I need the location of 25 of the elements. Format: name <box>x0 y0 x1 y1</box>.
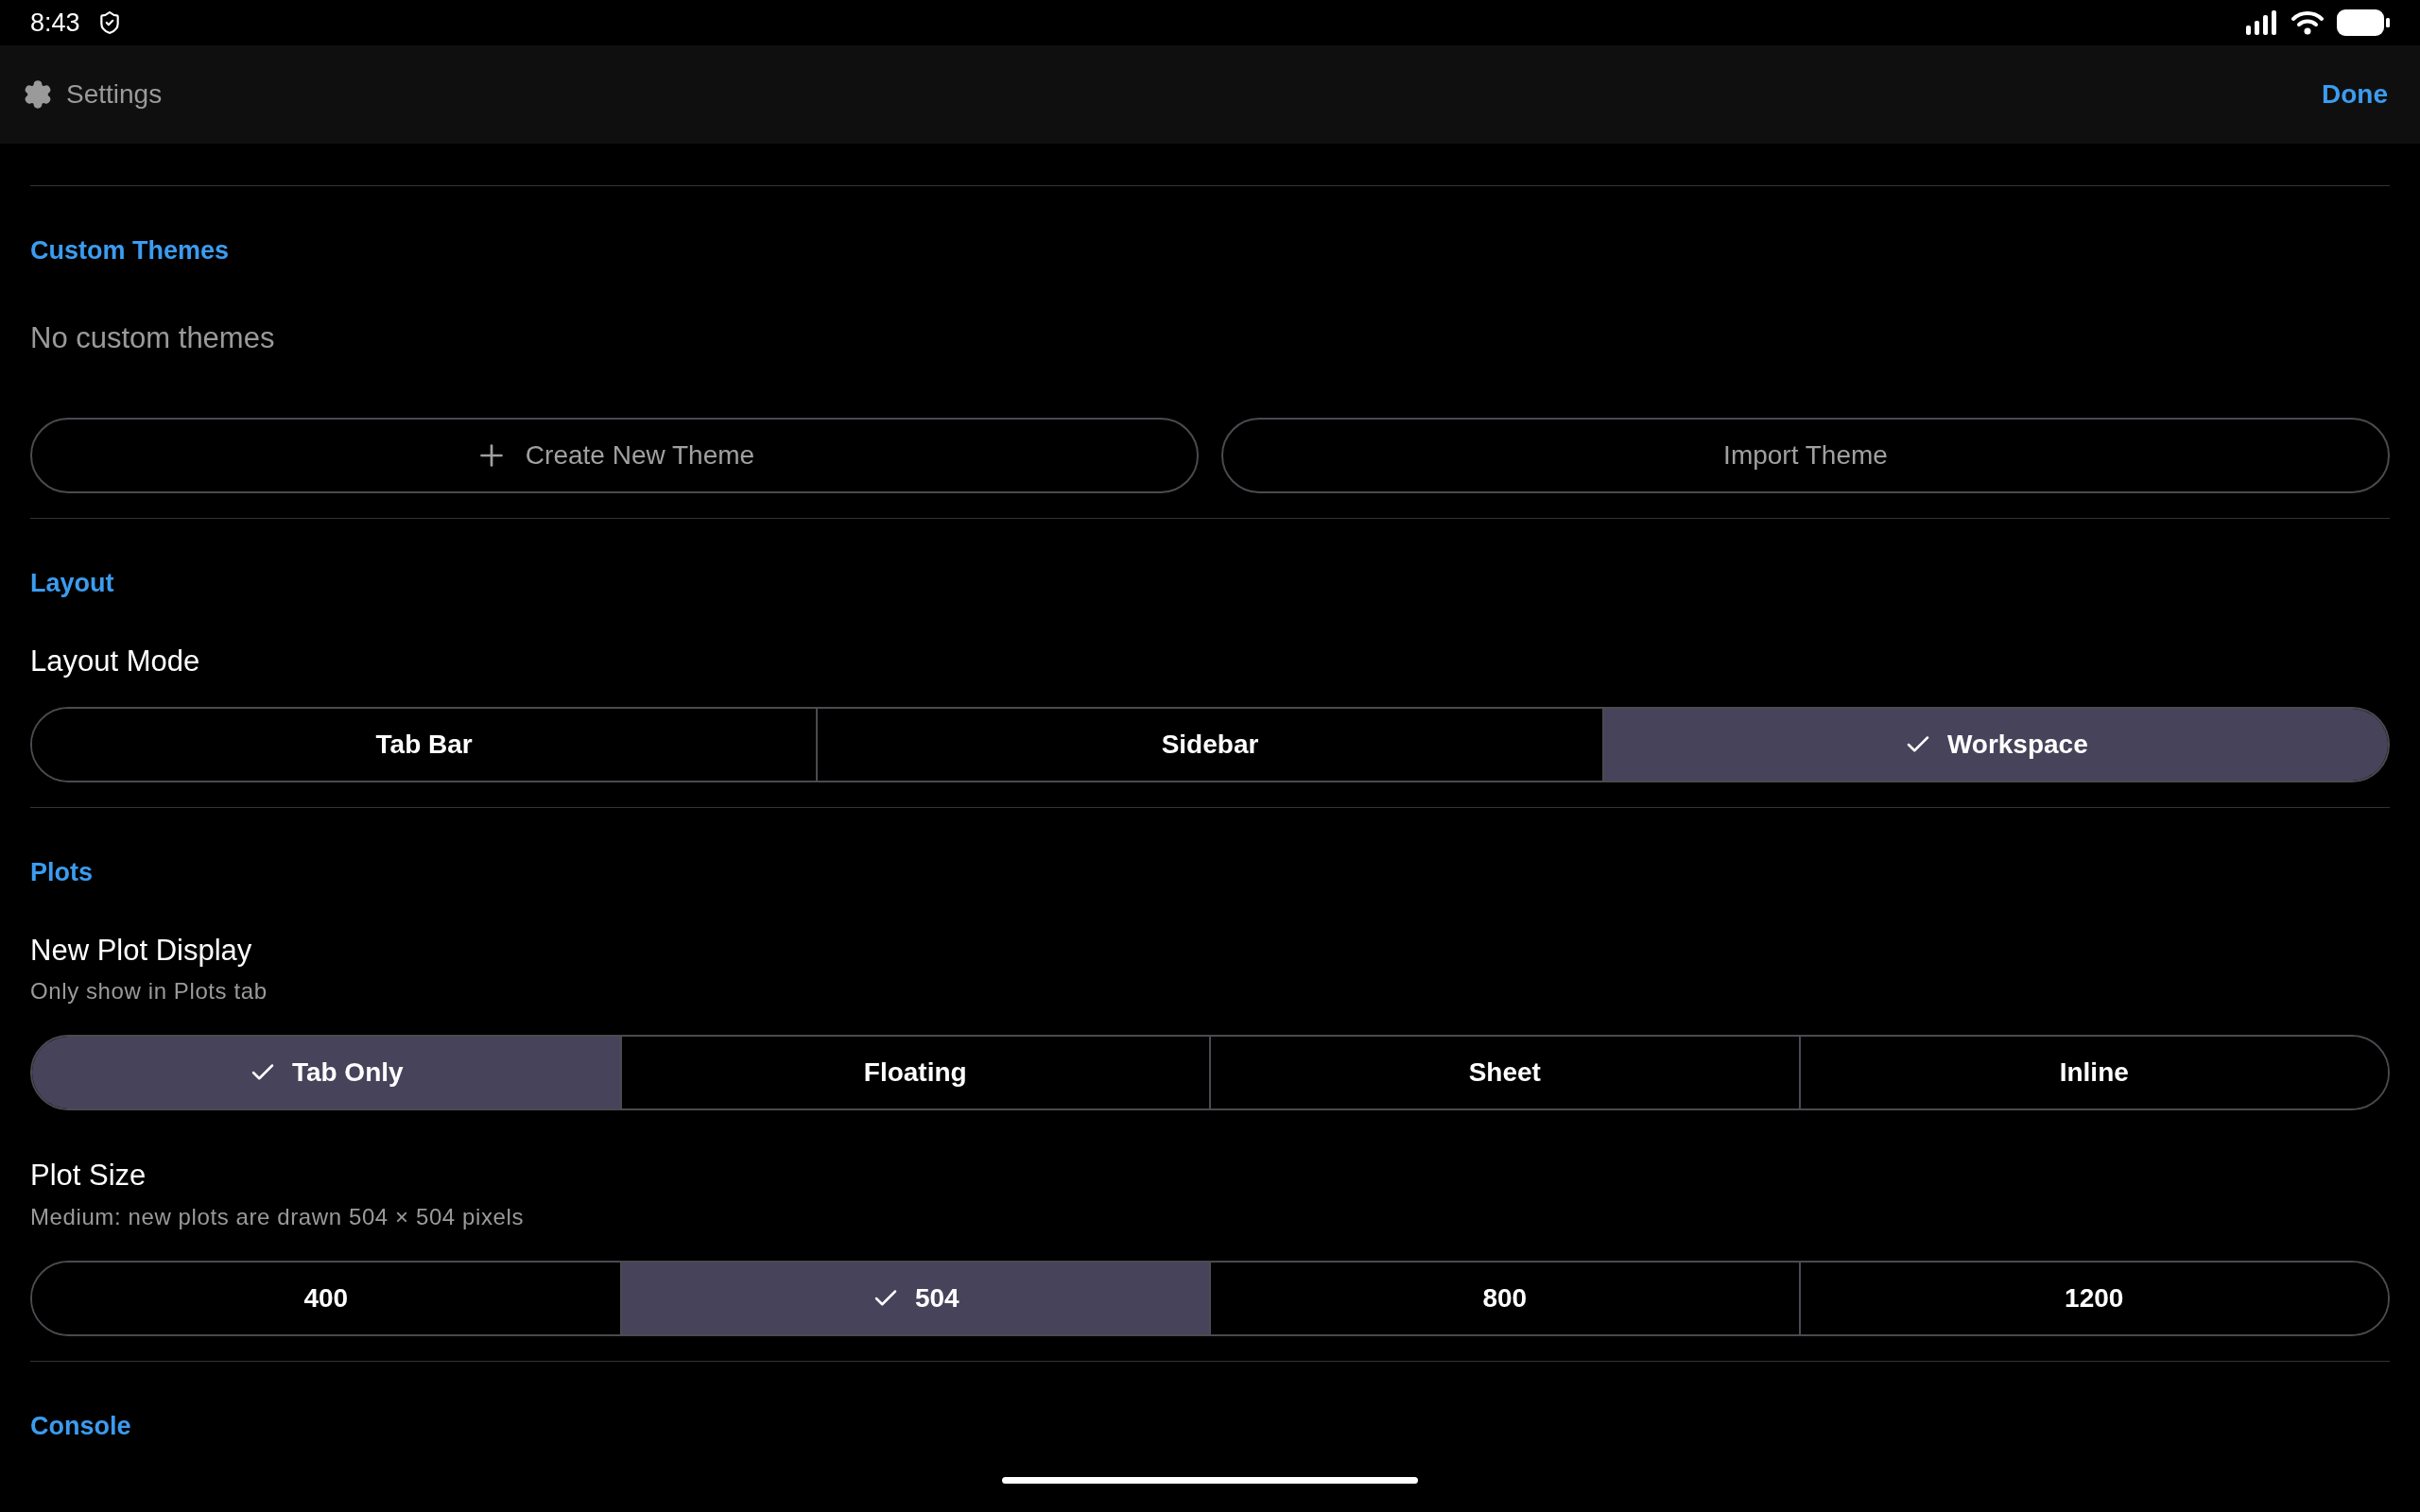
setting-description: Only show in Plots tab <box>30 977 268 1006</box>
section-title: Layout <box>30 570 115 596</box>
setting-label: New Plot Display <box>30 932 253 969</box>
section-title: Custom Themes <box>30 238 231 264</box>
segment-option[interactable]: Inline <box>1798 1037 2388 1109</box>
setting-description: Medium: new plots are drawn 504 × 504 pixels <box>30 1203 525 1231</box>
create-theme-button[interactable]: Create New Theme <box>30 417 1199 493</box>
home-indicator[interactable] <box>1002 1477 1418 1484</box>
section-title: Console <box>30 1414 132 1439</box>
empty-message: No custom themes <box>30 320 276 356</box>
setting-label: Layout Mode <box>30 643 201 679</box>
done-button[interactable]: Done <box>2322 75 2397 114</box>
page-title: Settings <box>66 78 163 111</box>
setting-label: Plot Size <box>30 1158 147 1194</box>
settings-icon <box>23 79 53 110</box>
segment-option[interactable]: 1200 <box>1798 1263 2388 1334</box>
segment-option[interactable]: Tab Only <box>32 1037 620 1109</box>
import-theme-button[interactable]: Import Theme <box>1221 417 2390 493</box>
section-title: Plots <box>30 859 94 885</box>
battery-icon <box>2337 9 2390 36</box>
signal-icon <box>2246 10 2278 35</box>
segment-option[interactable]: Workspace <box>1601 708 2388 781</box>
status-time: 8:43 <box>30 7 80 39</box>
wifi-icon <box>2291 10 2324 35</box>
segment-option[interactable]: 504 <box>619 1263 1209 1334</box>
